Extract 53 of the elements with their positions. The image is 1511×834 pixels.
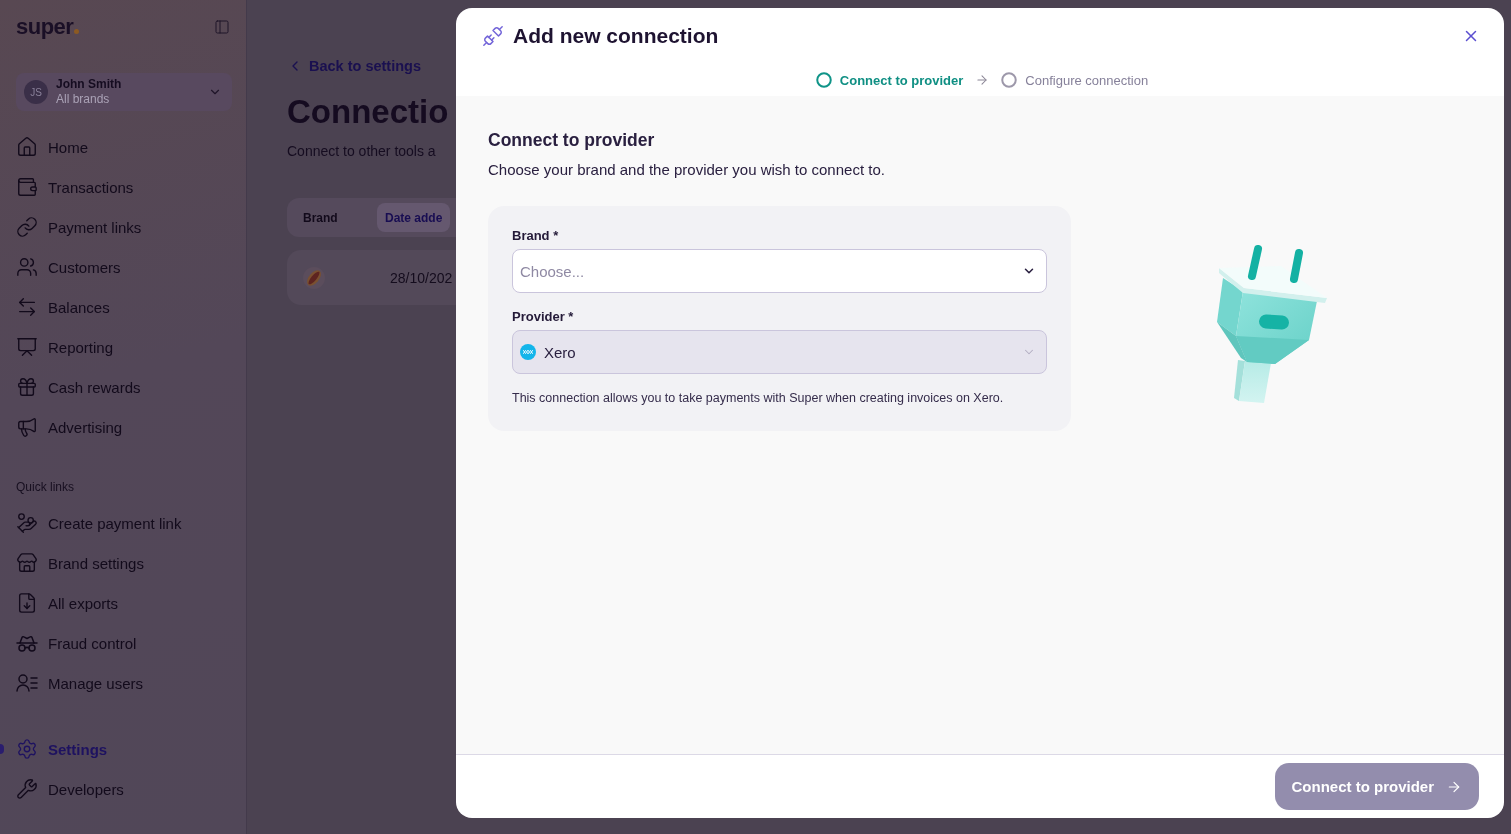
logo: super xyxy=(16,13,80,41)
arrows-icon xyxy=(16,296,38,318)
nav-item[interactable]: Fraud control xyxy=(16,627,137,659)
step-label: Connect to provider xyxy=(839,72,964,88)
nav-item[interactable]: All exports xyxy=(16,587,119,619)
link-icon xyxy=(16,216,38,238)
nav-item[interactable]: Transactions xyxy=(16,171,134,203)
dialog-title: Add new connection xyxy=(513,24,719,48)
settings-icon xyxy=(16,738,38,760)
megaphone-icon xyxy=(16,416,38,438)
nav-item[interactable]: Brand settings xyxy=(16,547,144,579)
step-label: Configure connection xyxy=(1025,72,1149,88)
nav-item[interactable]: Home xyxy=(16,131,88,163)
sidebar-toggle-button[interactable] xyxy=(214,19,230,35)
hand-coins-icon xyxy=(16,512,38,534)
field-label: Provider * xyxy=(512,309,574,325)
nav-item[interactable]: Payment links xyxy=(16,211,142,243)
store-icon xyxy=(16,552,38,574)
sidebar-toggle-icon xyxy=(214,19,230,35)
unplug-icon xyxy=(482,25,504,47)
section-title: Connect to provider xyxy=(488,129,655,152)
help-text: This connection allows you to take payments with Super when creating invoices on Xero. xyxy=(512,390,1004,406)
user-list-icon xyxy=(16,674,38,692)
nav-item[interactable]: Developers xyxy=(16,773,124,805)
wallet-icon xyxy=(16,176,38,198)
nav-item[interactable]: Customers xyxy=(16,251,121,283)
field-label: Brand * xyxy=(512,228,559,244)
users-icon xyxy=(16,256,38,278)
hat-glasses-icon xyxy=(16,634,38,652)
table-cell: 28/10/202 xyxy=(390,269,453,286)
page-title: Connectio xyxy=(287,92,449,132)
section-description: Choose your brand and the provider you wish to connect to. xyxy=(488,160,885,180)
nav-item[interactable]: Create payment link xyxy=(16,507,182,539)
nav-item[interactable]: Reporting xyxy=(16,331,114,363)
avatar: JS xyxy=(24,80,48,104)
nav-item[interactable]: Manage users xyxy=(16,667,144,699)
arrow-right-icon xyxy=(975,73,990,87)
section-label: Quick links xyxy=(16,479,74,496)
house-icon xyxy=(16,136,38,158)
nav-item[interactable]: Balances xyxy=(16,291,110,323)
file-download-icon xyxy=(16,592,38,614)
provider-logo-icon xyxy=(520,344,536,360)
nav-item[interactable]: Advertising xyxy=(16,411,123,443)
column-header[interactable]: Brand xyxy=(303,203,377,232)
presentation-icon xyxy=(16,336,38,358)
user-menu[interactable]: JS John Smith All brands xyxy=(16,73,232,111)
column-header[interactable]: Date adde xyxy=(377,203,451,232)
table-row[interactable]: 28/10/202 xyxy=(287,250,456,305)
gift-icon xyxy=(16,376,38,398)
brand-logo-icon xyxy=(303,266,325,289)
select-field[interactable]: Choose... xyxy=(512,249,1047,293)
nav-item[interactable]: Cash rewards xyxy=(16,371,141,403)
wrench-icon xyxy=(16,778,38,800)
